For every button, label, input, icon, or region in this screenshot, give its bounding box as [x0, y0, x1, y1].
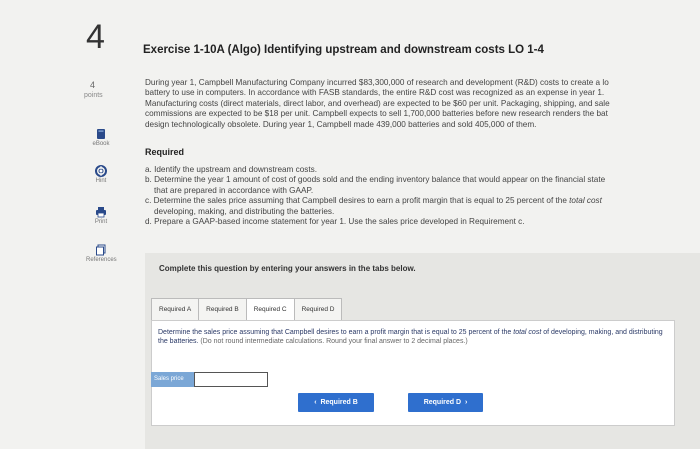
next-button-label: Required D	[423, 399, 462, 406]
tab-required-c[interactable]: Required C	[245, 298, 295, 322]
exercise-title: Exercise 1-10A (Algo) Identifying upstre…	[143, 44, 544, 56]
sidebar-item-print[interactable]: Print	[86, 206, 116, 225]
answer-instructions: Complete this question by entering your …	[159, 264, 416, 273]
chevron-left-icon: ‹	[314, 399, 317, 406]
prev-required-b-button[interactable]: ‹ Required B	[298, 393, 374, 412]
required-item-b: b. Determine the year 1 amount of cost o…	[145, 175, 606, 185]
sidebar-item-label: eBook	[92, 141, 110, 147]
sales-price-label: Sales price	[151, 372, 194, 387]
required-list: a. Identify the upstream and downstream …	[145, 165, 700, 227]
sidebar-item-ebook[interactable]: eBook	[86, 128, 116, 147]
lifebuoy-icon	[95, 165, 107, 177]
sidebar-item-label: Print	[94, 219, 108, 225]
sidebar-item-hint[interactable]: Hint	[86, 165, 116, 184]
required-item-b-cont: that are prepared in accordance with GAA…	[154, 185, 314, 195]
sidebar-item-label: Hint	[95, 178, 107, 184]
required-item-c-cont: developing, making, and distributing the…	[154, 206, 335, 216]
chevron-right-icon: ›	[464, 399, 468, 406]
problem-paragraph: During year 1, Campbell Manufacturing Co…	[145, 78, 700, 130]
required-item-d: d. Prepare a GAAP-based income statement…	[145, 217, 525, 227]
book-icon	[97, 129, 105, 139]
question-number: 4	[86, 18, 105, 56]
tab-content-text: Determine the sales price assuming that …	[158, 328, 670, 346]
print-icon	[96, 207, 106, 218]
sales-price-input[interactable]	[194, 372, 268, 387]
required-heading: Required	[145, 147, 185, 157]
content-note: (Do not round intermediate calculations.…	[200, 338, 468, 345]
paragraph-line: battery to use in computers. In accordan…	[145, 88, 605, 98]
content-text-1: Determine the sales price assuming that …	[158, 329, 514, 336]
answer-row: Sales price	[151, 372, 268, 387]
references-icon	[96, 244, 106, 256]
required-item-c-text: c. Determine the sales price assuming th…	[145, 196, 570, 206]
required-item-c-italic: total cost	[569, 196, 602, 206]
paragraph-line: Manufacturing costs (direct materials, d…	[145, 98, 610, 108]
required-item-a: a. Identify the upstream and downstream …	[145, 165, 318, 174]
paragraph-line: design technologically obsolete. During …	[145, 119, 537, 129]
sidebar-item-references[interactable]: References	[86, 244, 117, 263]
requirement-tabs: Required A Required B Required C Require…	[151, 298, 343, 322]
next-required-d-button[interactable]: Required D ›	[408, 393, 483, 412]
points-label: points	[84, 92, 103, 99]
prev-button-label: Required B	[320, 399, 358, 406]
tab-required-d[interactable]: Required D	[293, 298, 343, 322]
tab-required-b[interactable]: Required B	[198, 298, 247, 322]
paragraph-line: commissions are expected to be $18 per u…	[145, 109, 608, 119]
tab-required-a[interactable]: Required A	[151, 298, 200, 322]
paragraph-line: During year 1, Campbell Manufacturing Co…	[145, 78, 609, 87]
points-value: 4	[90, 80, 96, 90]
content-text-italic: total cost	[513, 329, 542, 336]
sidebar-item-label: References	[86, 257, 117, 263]
required-item-c: c. Determine the sales price assuming th…	[145, 196, 700, 206]
